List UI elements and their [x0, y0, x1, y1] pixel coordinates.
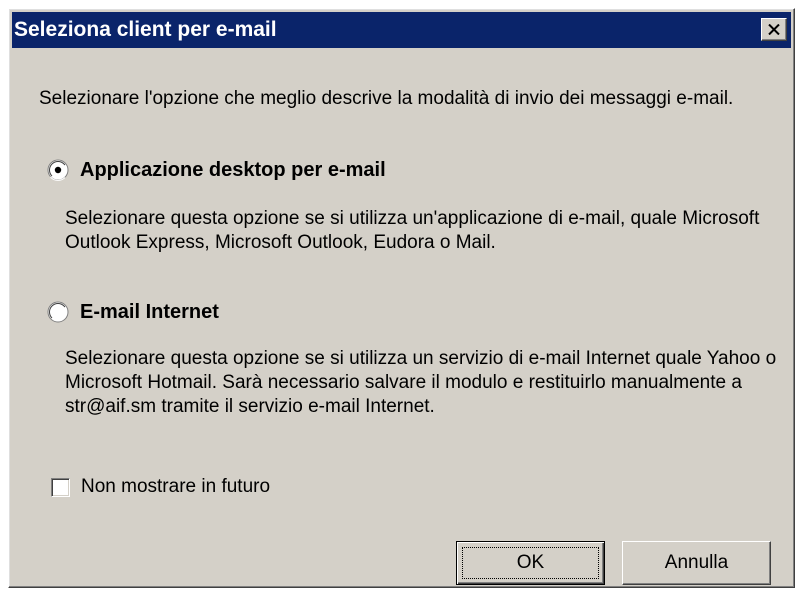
option-desktop-email-label: Applicazione desktop per e-mail — [80, 159, 386, 181]
option-desktop-email-description: Selezionare questa opzione se si utilizz… — [65, 208, 760, 253]
option-internet-email-label: E-mail Internet — [80, 301, 219, 323]
title-bar[interactable]: Seleziona client per e-mail — [12, 12, 791, 48]
dont-show-again-label: Non mostrare in futuro — [81, 476, 271, 497]
close-icon — [768, 24, 780, 35]
ok-button-label: OK — [516, 552, 545, 573]
cancel-button[interactable]: Annulla — [622, 541, 771, 585]
dont-show-again-checkbox[interactable] — [51, 477, 70, 497]
email-client-dialog: Seleziona client per e-mail Selezionare … — [8, 8, 795, 588]
ok-button[interactable]: OK — [456, 541, 605, 585]
cancel-button-label: Annulla — [664, 552, 729, 573]
dialog-title: Seleziona client per e-mail — [14, 18, 277, 41]
close-button[interactable] — [761, 18, 787, 41]
intro-text: Selezionare l'opzione che meglio descriv… — [39, 88, 734, 109]
option-internet-email[interactable]: E-mail Internet — [47, 299, 219, 325]
option-desktop-email[interactable]: Applicazione desktop per e-mail — [47, 157, 386, 183]
radio-unselected-icon[interactable] — [47, 301, 69, 323]
option-internet-email-description: Selezionare questa opzione se si utilizz… — [65, 348, 777, 417]
dont-show-again-checkbox-row[interactable]: Non mostrare in futuro — [51, 475, 270, 499]
radio-selected-icon[interactable] — [47, 159, 69, 181]
